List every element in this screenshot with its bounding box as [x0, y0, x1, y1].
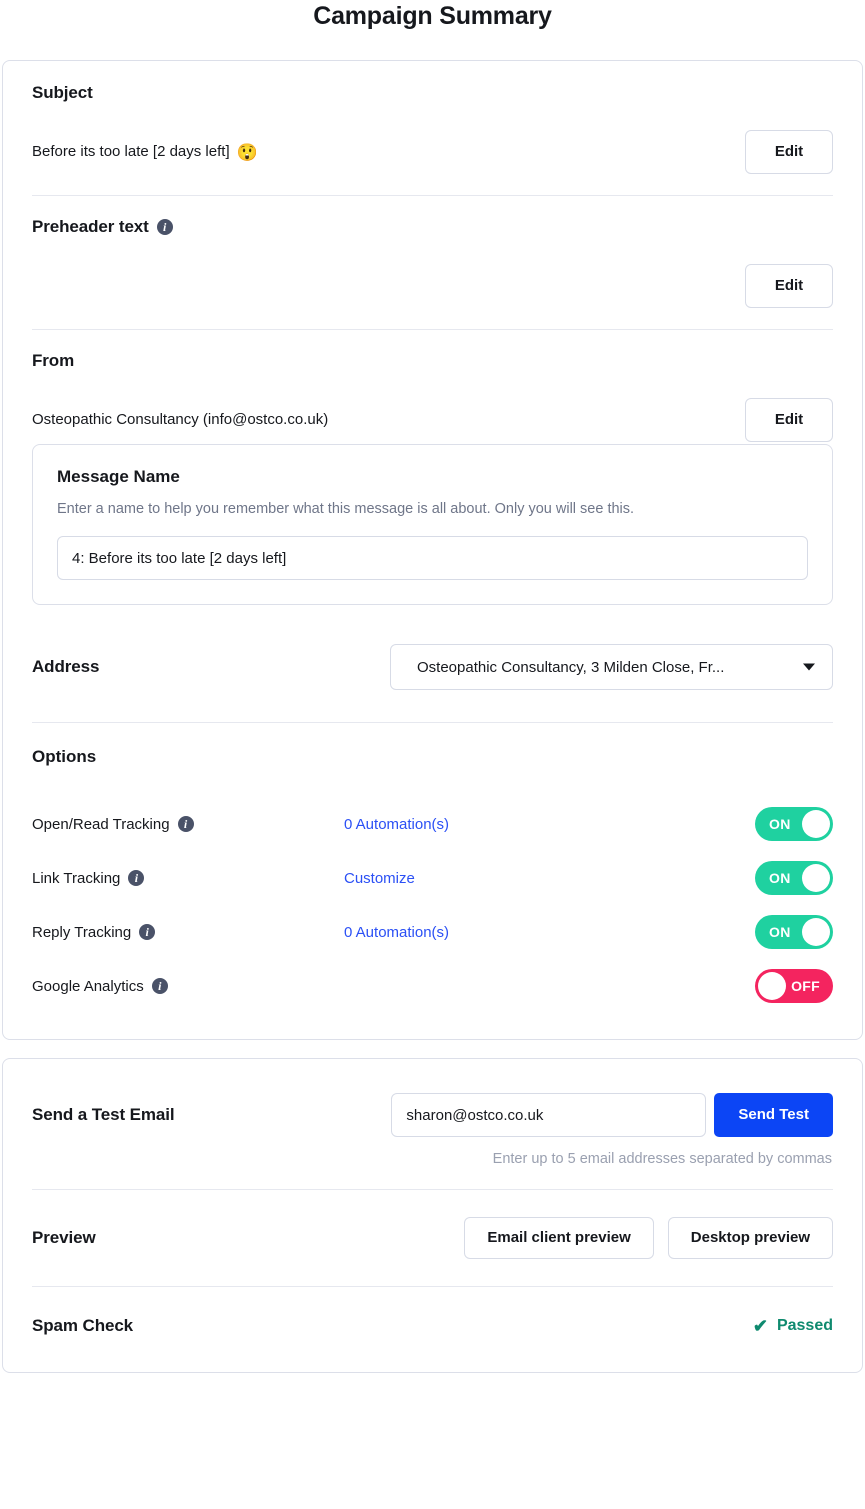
- toggle-google-analytics[interactable]: OFF: [755, 969, 833, 1003]
- check-icon: ✔: [752, 1316, 768, 1336]
- info-icon[interactable]: i: [128, 870, 145, 886]
- address-select-wrap: Osteopathic Consultancy, 3 Milden Close,…: [390, 644, 833, 690]
- option-link-customize[interactable]: Customize: [344, 870, 755, 887]
- edit-from-button[interactable]: Edit: [745, 398, 833, 442]
- toggle-knob: [802, 918, 830, 946]
- option-label-group: Google Analytics i: [32, 978, 344, 995]
- subject-row: Before its too late [2 days left] 😲 Edit: [32, 130, 833, 174]
- from-section: From Osteopathic Consultancy (info@ostco…: [3, 330, 862, 444]
- spam-check-status-text: Passed: [776, 1317, 833, 1334]
- from-label: From: [32, 351, 75, 370]
- desktop-preview-button[interactable]: Desktop preview: [667, 1217, 833, 1259]
- send-test-hint: Enter up to 5 email addresses separated …: [492, 1151, 832, 1167]
- address-section: Address Osteopathic Consultancy, 3 Milde…: [3, 605, 862, 722]
- campaign-summary-page: Campaign Summary Subject Before its too …: [0, 0, 865, 1509]
- preheader-section: Preheader text i Edit: [3, 196, 862, 329]
- message-name-card: Message Name Enter a name to help you re…: [32, 444, 833, 605]
- subject-label: Subject: [32, 83, 93, 102]
- info-icon[interactable]: i: [139, 924, 156, 940]
- toggle-wrap: OFF: [755, 969, 833, 1003]
- toggle-open-read-tracking[interactable]: ON: [755, 807, 833, 841]
- send-test-email-label: Send a Test Email: [32, 1105, 175, 1124]
- toggle-wrap: ON: [755, 807, 833, 841]
- from-row: Osteopathic Consultancy (info@ostco.co.u…: [32, 398, 833, 442]
- test-preview-card: Send a Test Email Send Test Enter up to …: [2, 1058, 863, 1373]
- toggle-knob: [758, 972, 786, 1000]
- preheader-label-row: Preheader text i: [32, 217, 833, 237]
- toggle-state-label: ON: [769, 816, 791, 832]
- toggle-state-label: ON: [769, 870, 791, 886]
- toggle-knob: [802, 864, 830, 892]
- message-name-title: Message Name: [57, 467, 180, 486]
- info-icon[interactable]: i: [177, 816, 194, 832]
- preview-buttons: Email client preview Desktop preview: [464, 1217, 833, 1259]
- toggle-wrap: ON: [755, 861, 833, 895]
- option-row-link-tracking: Link Tracking i Customize ON: [32, 851, 833, 905]
- message-name-help-text: Enter a name to help you remember what t…: [57, 501, 635, 517]
- option-link-automations[interactable]: 0 Automation(s): [344, 924, 755, 941]
- message-name-wrap: Message Name Enter a name to help you re…: [3, 444, 862, 605]
- option-label: Open/Read Tracking: [32, 815, 170, 833]
- spam-check-section: Spam Check ✔ Passed: [3, 1287, 862, 1372]
- subject-value: Before its too late [2 days left]: [32, 143, 230, 160]
- option-row-open-read-tracking: Open/Read Tracking i 0 Automation(s) ON: [32, 797, 833, 851]
- info-icon[interactable]: i: [151, 978, 168, 994]
- address-label: Address: [32, 657, 100, 676]
- toggle-knob: [802, 810, 830, 838]
- message-name-input[interactable]: [57, 536, 808, 580]
- address-selected-value: Osteopathic Consultancy, 3 Milden Close,…: [417, 658, 725, 676]
- options-title: Options: [32, 747, 97, 766]
- option-label-group: Reply Tracking i: [32, 924, 344, 941]
- subject-value-group: Before its too late [2 days left] 😲: [32, 142, 258, 162]
- preview-section: Preview Email client preview Desktop pre…: [3, 1190, 862, 1286]
- preheader-row: Edit: [32, 264, 833, 308]
- send-test-button[interactable]: Send Test: [714, 1093, 833, 1137]
- option-label-group: Open/Read Tracking i: [32, 816, 344, 833]
- option-row-reply-tracking: Reply Tracking i 0 Automation(s) ON: [32, 905, 833, 959]
- address-select[interactable]: Osteopathic Consultancy, 3 Milden Close,…: [390, 644, 833, 690]
- option-row-google-analytics: Google Analytics i OFF: [32, 959, 833, 1013]
- campaign-details-card: Subject Before its too late [2 days left…: [2, 60, 863, 1040]
- astonished-face-emoji-icon: 😲: [236, 142, 258, 162]
- toggle-link-tracking[interactable]: ON: [755, 861, 833, 895]
- options-section: Options Open/Read Tracking i 0 Automatio…: [3, 723, 862, 1039]
- page-title: Campaign Summary: [313, 2, 552, 30]
- preheader-label: Preheader text: [32, 217, 149, 236]
- preview-label: Preview: [32, 1228, 96, 1247]
- subject-section: Subject Before its too late [2 days left…: [3, 61, 862, 195]
- edit-subject-button[interactable]: Edit: [745, 130, 833, 174]
- send-test-input-row: Send Test: [391, 1093, 833, 1137]
- email-client-preview-button[interactable]: Email client preview: [464, 1217, 654, 1259]
- spam-check-label: Spam Check: [32, 1316, 134, 1335]
- send-test-email-section: Send a Test Email Send Test Enter up to …: [3, 1059, 862, 1189]
- option-label-group: Link Tracking i: [32, 870, 344, 887]
- info-icon[interactable]: i: [156, 219, 173, 235]
- toggle-reply-tracking[interactable]: ON: [755, 915, 833, 949]
- test-email-input[interactable]: [391, 1093, 707, 1137]
- edit-preheader-button[interactable]: Edit: [745, 264, 833, 308]
- option-link-automations[interactable]: 0 Automation(s): [344, 816, 755, 833]
- spam-check-status: ✔ Passed: [753, 1317, 833, 1335]
- from-value: Osteopathic Consultancy (info@ostco.co.u…: [32, 411, 329, 428]
- option-label: Google Analytics: [32, 977, 144, 995]
- toggle-state-label: ON: [769, 924, 791, 940]
- toggle-state-label: OFF: [791, 978, 820, 994]
- send-test-controls: Send Test Enter up to 5 email addresses …: [391, 1093, 833, 1167]
- option-label: Reply Tracking: [32, 923, 132, 941]
- option-label: Link Tracking: [32, 869, 121, 887]
- toggle-wrap: ON: [755, 915, 833, 949]
